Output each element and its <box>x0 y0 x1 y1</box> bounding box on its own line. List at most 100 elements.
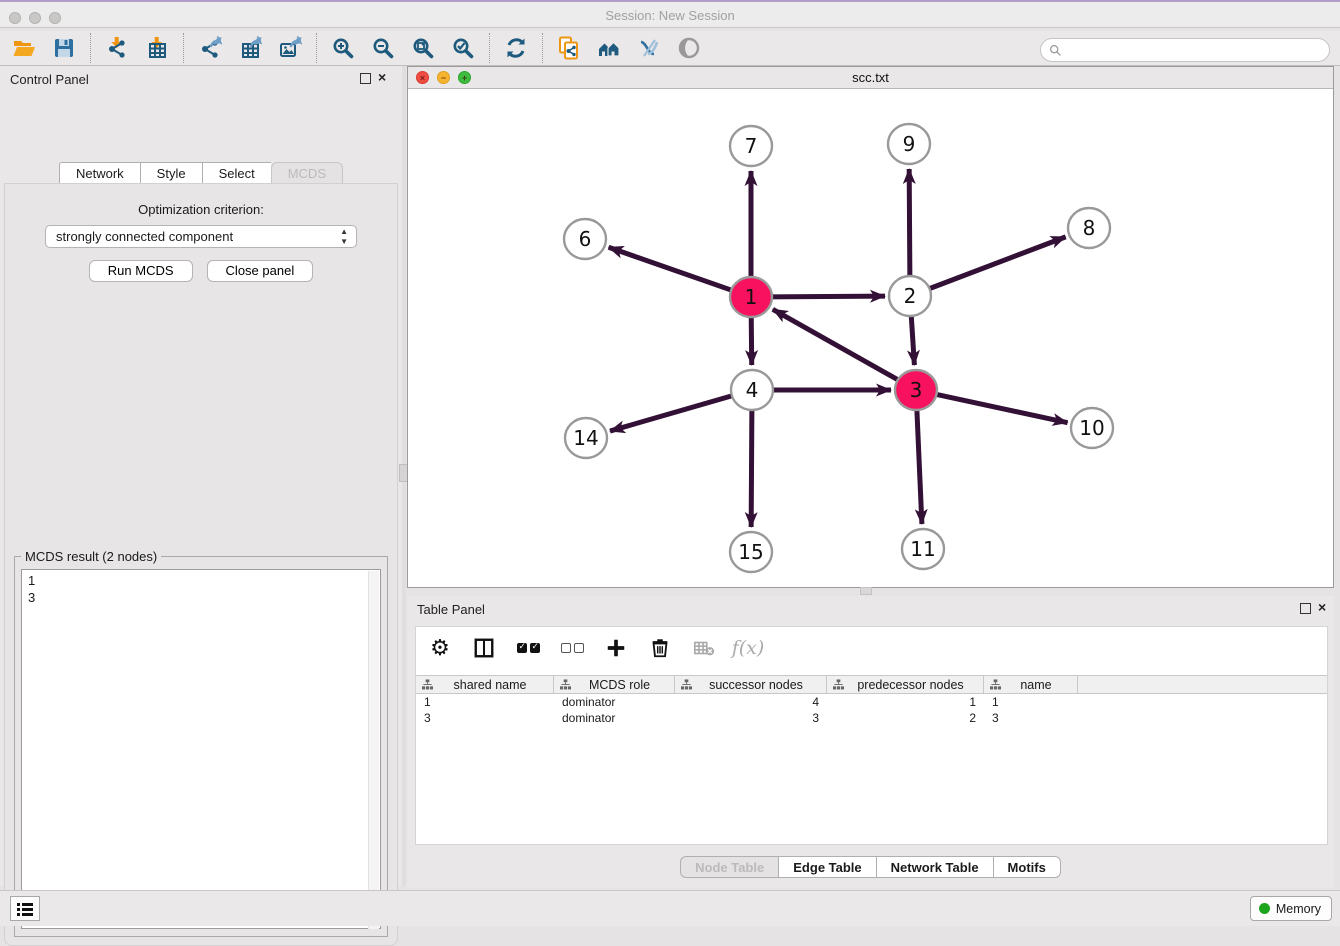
table-row[interactable]: 1dominator411 <box>416 694 1327 710</box>
table-cell[interactable]: 1 <box>984 694 1078 710</box>
zoom-selected-icon[interactable] <box>450 35 476 61</box>
task-history-button[interactable] <box>10 896 40 921</box>
table-cell[interactable]: 2 <box>827 710 984 726</box>
tab-node-table[interactable]: Node Table <box>680 856 778 878</box>
select-all-columns-icon[interactable] <box>516 636 540 660</box>
table-settings-icon[interactable]: ⚙ <box>428 636 452 660</box>
graph-node-9[interactable]: 9 <box>888 124 930 164</box>
tab-edge-table[interactable]: Edge Table <box>778 856 875 878</box>
zoom-out-icon[interactable] <box>370 35 396 61</box>
graph-edge-3-1[interactable] <box>773 309 901 381</box>
graph-edge-2-3[interactable] <box>911 314 914 365</box>
graph-edge-1-6[interactable] <box>609 247 734 291</box>
hide-selected-icon[interactable] <box>636 35 662 61</box>
delete-column-icon[interactable] <box>648 636 672 660</box>
mcds-panel: Optimization criterion: strongly connect… <box>4 183 398 946</box>
zoom-fit-icon[interactable] <box>410 35 436 61</box>
graph-edge-1-4[interactable] <box>751 315 752 365</box>
column-header-filler <box>1078 676 1327 693</box>
import-table-icon[interactable] <box>144 35 170 61</box>
import-network-icon[interactable] <box>104 35 130 61</box>
search-field[interactable] <box>1040 38 1330 62</box>
table-cell[interactable]: 3 <box>675 710 827 726</box>
graph-edge-3-11[interactable] <box>917 408 922 524</box>
table-cell[interactable]: 1 <box>827 694 984 710</box>
graph-edge-4-15[interactable] <box>751 408 752 527</box>
tab-network-table[interactable]: Network Table <box>876 856 993 878</box>
zoom-in-icon[interactable] <box>330 35 356 61</box>
graph-node-3[interactable]: 3 <box>895 370 937 410</box>
graph-edge-2-9[interactable] <box>909 169 910 278</box>
close-panel-button[interactable]: Close panel <box>207 260 314 282</box>
tab-network[interactable]: Network <box>59 162 140 184</box>
criterion-select[interactable]: strongly connected component ▲▼ <box>45 225 357 248</box>
graph-node-14[interactable]: 14 <box>565 418 607 458</box>
graph-edge-1-2[interactable] <box>769 296 885 297</box>
search-icon <box>1049 44 1062 57</box>
result-scrollbar[interactable] <box>368 571 379 929</box>
control-panel-tabs: NetworkStyleSelectMCDS <box>0 162 402 184</box>
graph-edge-2-8[interactable] <box>927 237 1066 290</box>
unselect-all-columns-icon[interactable] <box>560 636 584 660</box>
node-label: 14 <box>573 426 598 450</box>
graph-node-2[interactable]: 2 <box>889 276 931 316</box>
run-mcds-button[interactable]: Run MCDS <box>89 260 193 282</box>
mcds-result-legend: MCDS result (2 nodes) <box>21 549 161 564</box>
column-header-name[interactable]: name <box>984 676 1078 693</box>
tab-select[interactable]: Select <box>202 162 271 184</box>
show-all-icon[interactable] <box>676 35 702 61</box>
table-cell[interactable]: dominator <box>554 694 675 710</box>
column-header-MCDS-role[interactable]: MCDS role <box>554 676 675 693</box>
horizontal-splitter[interactable] <box>860 587 872 595</box>
graph-node-8[interactable]: 8 <box>1068 208 1110 248</box>
export-network-icon[interactable] <box>197 35 223 61</box>
table-cell[interactable]: dominator <box>554 710 675 726</box>
toolbar-separator <box>489 33 490 63</box>
table-cell[interactable]: 1 <box>416 694 554 710</box>
create-column-icon[interactable] <box>604 636 628 660</box>
table-toolbar: ⚙ f(x) <box>416 627 1327 669</box>
table-row[interactable]: 3dominator323 <box>416 710 1327 726</box>
network-window-titlebar: × − + scc.txt <box>408 67 1333 89</box>
graph-node-7[interactable]: 7 <box>730 126 772 166</box>
graph-node-6[interactable]: 6 <box>564 219 606 259</box>
graph-edge-3-10[interactable] <box>934 394 1068 423</box>
node-label: 6 <box>579 227 592 251</box>
memory-button[interactable]: Memory <box>1250 896 1332 921</box>
graph-node-15[interactable]: 15 <box>730 532 772 572</box>
toolbar-separator <box>183 33 184 63</box>
tab-motifs[interactable]: Motifs <box>993 856 1061 878</box>
column-header-shared-name[interactable]: shared name <box>416 676 554 693</box>
column-header-predecessor-nodes[interactable]: predecessor nodes <box>827 676 984 693</box>
show-columns-icon[interactable] <box>472 636 496 660</box>
graph-node-4[interactable]: 4 <box>731 370 773 410</box>
table-panel-float-icon[interactable] <box>1300 603 1311 614</box>
apply-layout-icon[interactable] <box>503 35 529 61</box>
table-cell[interactable]: 4 <box>675 694 827 710</box>
column-header-successor-nodes[interactable]: successor nodes <box>675 676 827 693</box>
open-file-icon[interactable] <box>11 35 37 61</box>
graph-edge-4-14[interactable] <box>610 395 735 431</box>
vertical-splitter[interactable] <box>402 66 406 886</box>
graph-node-1[interactable]: 1 <box>730 277 772 317</box>
new-network-from-selection-icon[interactable] <box>556 35 582 61</box>
control-panel-close-icon[interactable]: × <box>378 69 386 85</box>
save-session-icon[interactable] <box>51 35 77 61</box>
table-cell[interactable]: 3 <box>416 710 554 726</box>
mcds-result-area[interactable]: 13 <box>21 569 381 929</box>
function-builder-icon: f(x) <box>736 636 760 660</box>
node-label: 10 <box>1079 416 1104 440</box>
tab-style[interactable]: Style <box>140 162 202 184</box>
search-input[interactable] <box>1062 41 1329 59</box>
mcds-result-line: 3 <box>28 589 380 606</box>
first-neighbors-icon[interactable] <box>596 35 622 61</box>
control-panel-float-icon[interactable] <box>360 73 371 84</box>
table-panel-close-icon[interactable]: × <box>1318 599 1326 615</box>
tab-mcds[interactable]: MCDS <box>271 162 343 184</box>
export-image-icon[interactable] <box>277 35 303 61</box>
network-canvas[interactable]: 7 9 6 8 1 2 4 3 14 10 15 11 <box>408 89 1333 587</box>
table-cell[interactable]: 3 <box>984 710 1078 726</box>
graph-node-11[interactable]: 11 <box>902 529 944 569</box>
export-table-icon[interactable] <box>237 35 263 61</box>
graph-node-10[interactable]: 10 <box>1071 408 1113 448</box>
